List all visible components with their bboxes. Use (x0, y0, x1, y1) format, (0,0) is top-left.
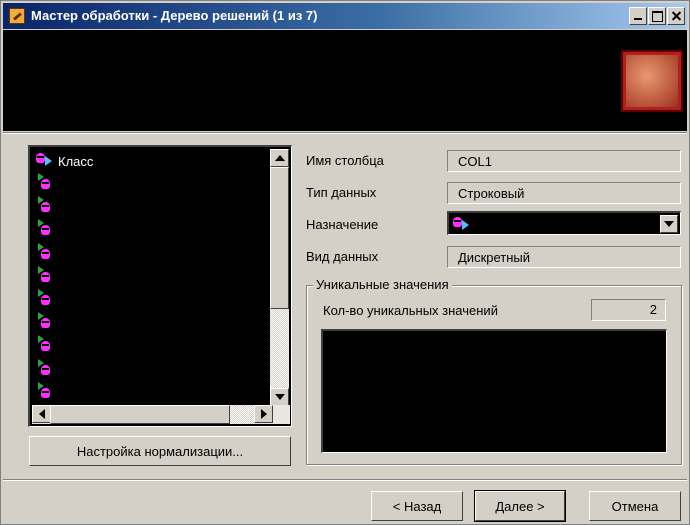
header-banner (3, 30, 687, 131)
cancel-button[interactable]: Отмена (589, 491, 681, 521)
wizard-window: Мастер обработки - Дерево решений (1 из … (0, 0, 690, 525)
purpose-select[interactable] (447, 211, 681, 235)
logo-image (626, 55, 678, 107)
footer-separator (3, 479, 687, 481)
normalization-settings-button[interactable]: Настройка нормализации... (29, 436, 291, 466)
input-purpose-icon (38, 288, 54, 307)
unique-count-label: Кол-во уникальных значений (323, 303, 498, 318)
purpose-label: Назначение (306, 217, 379, 232)
list-item[interactable] (32, 381, 273, 405)
scroll-left-button[interactable] (32, 405, 51, 423)
title-bar[interactable]: Мастер обработки - Дерево решений (1 из … (3, 3, 687, 29)
columns-list[interactable]: Класс (28, 145, 292, 427)
vertical-scroll-track[interactable] (270, 309, 289, 388)
window-title: Мастер обработки - Дерево решений (1 из … (31, 8, 318, 23)
input-purpose-icon (38, 219, 54, 237)
arrow-up-icon (274, 155, 285, 161)
list-item[interactable] (32, 173, 273, 196)
chevron-down-icon (664, 221, 674, 227)
column-name-label: Имя столбца (306, 153, 384, 168)
input-purpose-icon (38, 242, 54, 261)
horizontal-scroll-track[interactable] (230, 405, 254, 424)
wizard-logo (621, 50, 683, 112)
data-kind-label: Вид данных (306, 249, 379, 264)
list-item[interactable] (32, 312, 273, 335)
list-item[interactable] (32, 358, 273, 382)
columns-list-panel: Класс (28, 145, 292, 427)
list-header-label: Класс (58, 153, 94, 169)
list-item[interactable] (32, 219, 273, 242)
vertical-scroll-thumb[interactable] (270, 167, 289, 309)
list-item[interactable] (32, 288, 273, 312)
vertical-scrollbar[interactable] (270, 149, 289, 406)
list-item[interactable] (32, 196, 273, 219)
purpose-dropdown-button[interactable] (660, 215, 678, 233)
scroll-right-button[interactable] (254, 405, 273, 423)
data-type-label: Тип данных (306, 185, 377, 200)
unique-values-list[interactable] (321, 329, 667, 453)
close-button[interactable] (667, 7, 685, 25)
maximize-button[interactable] (648, 7, 666, 25)
list-item[interactable] (32, 265, 273, 289)
input-purpose-icon (38, 265, 54, 284)
horizontal-scroll-thumb[interactable] (50, 405, 230, 424)
list-header-row[interactable]: Класс (32, 149, 273, 173)
arrow-left-icon (38, 409, 45, 419)
column-name-field: COL1 (447, 150, 681, 172)
list-item[interactable] (32, 335, 273, 358)
input-purpose-icon (38, 358, 54, 377)
input-purpose-icon (38, 196, 54, 214)
app-icon (9, 8, 25, 24)
arrow-right-icon (260, 409, 267, 419)
list-item[interactable] (32, 242, 273, 266)
minimize-button[interactable] (629, 7, 647, 25)
header-separator (3, 132, 687, 134)
data-type-field: Строковый (447, 182, 681, 204)
window-controls (628, 7, 685, 25)
unique-count-field: 2 (591, 299, 666, 321)
input-purpose-icon (38, 312, 54, 330)
input-purpose-icon (38, 381, 54, 400)
class-purpose-icon (453, 216, 471, 234)
next-button[interactable]: Далее > (474, 490, 566, 522)
input-purpose-icon (38, 335, 54, 353)
unique-values-group-title: Уникальные значения (313, 277, 452, 292)
back-button[interactable]: < Назад (371, 491, 463, 521)
horizontal-scrollbar[interactable] (32, 405, 290, 424)
class-purpose-icon (36, 152, 54, 170)
list-rows (32, 173, 273, 405)
arrow-down-icon (274, 394, 285, 400)
data-kind-field: Дискретный (447, 246, 681, 268)
scroll-up-button[interactable] (270, 149, 289, 167)
input-purpose-icon (38, 173, 54, 191)
scroll-down-button[interactable] (270, 388, 289, 406)
